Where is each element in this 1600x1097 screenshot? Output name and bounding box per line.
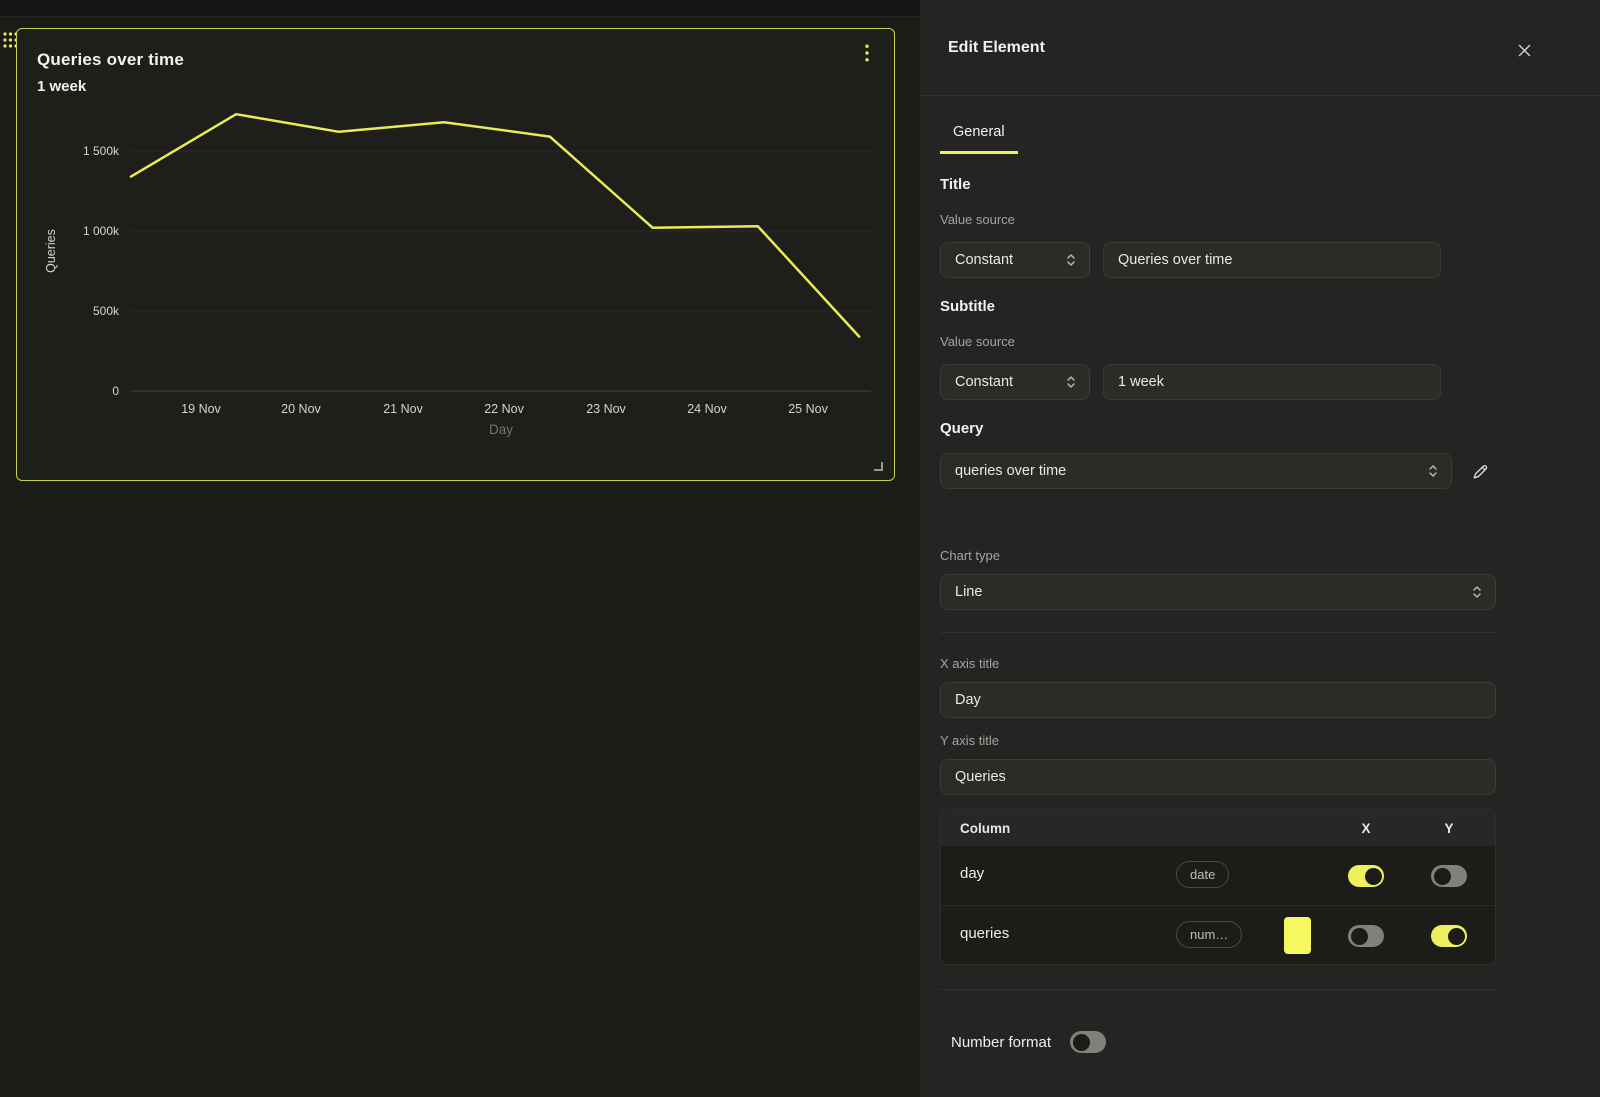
x-tick-label: 21 Nov	[383, 402, 423, 416]
tab-general-label: General	[953, 124, 1005, 140]
query-section-heading: Query	[940, 420, 983, 437]
chevron-up-down-icon	[1065, 374, 1077, 390]
close-icon	[1518, 44, 1531, 57]
column-header: Column	[960, 821, 1010, 836]
y-axis-title-input[interactable]: Queries	[940, 759, 1496, 795]
chart-type-select[interactable]: Line	[940, 574, 1496, 610]
top-strip	[0, 0, 920, 17]
x-tick-label: 25 Nov	[788, 402, 828, 416]
toggle-knob	[1448, 928, 1465, 945]
subtitle-source-value: Constant	[955, 374, 1065, 390]
query-select-value: queries over time	[955, 463, 1427, 479]
resize-handle[interactable]	[874, 462, 883, 471]
chart-type-value: Line	[955, 584, 1471, 600]
title-section-heading: Title	[940, 176, 971, 193]
columns-table-header: Column X Y	[941, 810, 1495, 846]
pencil-icon	[1471, 462, 1490, 481]
x-header: X	[1348, 821, 1384, 836]
title-source-select[interactable]: Constant	[940, 242, 1090, 278]
column-name: queries	[960, 925, 1009, 942]
day-y-toggle[interactable]	[1431, 865, 1467, 887]
subtitle-value-source-label: Value source	[940, 334, 1015, 349]
x-tick-label: 22 Nov	[484, 402, 524, 416]
title-value-text: Queries over time	[1118, 252, 1428, 268]
type-badge: num…	[1176, 921, 1242, 948]
query-select[interactable]: queries over time	[940, 453, 1452, 489]
y-tick-label: 1 000k	[83, 224, 120, 238]
x-axis-title-label: X axis title	[940, 656, 999, 671]
y-axis-title: Queries	[44, 229, 58, 273]
type-badge: date	[1176, 861, 1229, 888]
toggle-knob	[1073, 1034, 1090, 1051]
x-axis-title: Day	[489, 422, 513, 437]
y-tick-label: 1 500k	[83, 144, 120, 158]
number-format-toggle[interactable]	[1070, 1031, 1106, 1053]
chart-type-label: Chart type	[940, 548, 1000, 563]
toggle-knob	[1365, 868, 1382, 885]
x-tick-label: 24 Nov	[687, 402, 727, 416]
y-tick-label: 0	[112, 384, 119, 398]
x-tick-label: 20 Nov	[281, 402, 321, 416]
header-divider	[920, 95, 1600, 96]
subtitle-value-input[interactable]: 1 week	[1103, 364, 1441, 400]
subtitle-section-heading: Subtitle	[940, 298, 995, 315]
number-format-row: Number format	[951, 1031, 1106, 1053]
table-row-queries: queries num…	[941, 905, 1495, 964]
table-row-day: day date	[941, 846, 1495, 905]
edit-element-panel: Edit Element General Title Value source …	[920, 0, 1600, 1097]
y-tick-label: 500k	[93, 304, 120, 318]
x-tick-label: 23 Nov	[586, 402, 626, 416]
line-chart: 0 500k 1 000k 1 500k 19 Nov 20 Nov 21 Nov 22 No…	[17, 29, 893, 479]
series-color-swatch[interactable]	[1284, 917, 1311, 954]
chevron-up-down-icon	[1471, 584, 1483, 600]
queries-x-toggle[interactable]	[1348, 925, 1384, 947]
queries-y-toggle[interactable]	[1431, 925, 1467, 947]
x-axis-title-value: Day	[955, 692, 1483, 708]
day-x-toggle[interactable]	[1348, 865, 1384, 887]
app-root: Queries over time 1 week 0 500k 1 000k 1 50…	[0, 0, 1600, 1097]
toggle-knob	[1351, 928, 1368, 945]
title-source-value: Constant	[955, 252, 1065, 268]
x-axis-title-input[interactable]: Day	[940, 682, 1496, 718]
columns-table: Column X Y day date queries num…	[940, 809, 1496, 965]
y-axis-title-label: Y axis title	[940, 733, 999, 748]
y-axis-title-value: Queries	[955, 769, 1483, 785]
number-format-label: Number format	[951, 1034, 1051, 1051]
chart-card[interactable]: Queries over time 1 week 0500k1 000k1 50…	[16, 28, 895, 481]
toggle-knob	[1434, 868, 1451, 885]
title-value-input[interactable]: Queries over time	[1103, 242, 1441, 278]
chevron-up-down-icon	[1065, 252, 1077, 268]
chevron-up-down-icon	[1427, 463, 1439, 479]
section-divider	[940, 632, 1496, 633]
subtitle-source-select[interactable]: Constant	[940, 364, 1090, 400]
column-name: day	[960, 865, 984, 882]
dashboard-canvas: Queries over time 1 week 0500k1 000k1 50…	[0, 0, 920, 1097]
section-divider	[940, 989, 1496, 990]
tab-general[interactable]: General	[940, 113, 1018, 154]
y-header: Y	[1431, 821, 1467, 836]
title-value-source-label: Value source	[940, 212, 1015, 227]
close-button[interactable]	[1512, 38, 1536, 62]
x-tick-label: 19 Nov	[181, 402, 221, 416]
series-line-queries	[131, 114, 859, 336]
query-edit-button[interactable]	[1468, 459, 1492, 483]
panel-title: Edit Element	[948, 39, 1045, 57]
subtitle-value-text: 1 week	[1118, 374, 1428, 390]
